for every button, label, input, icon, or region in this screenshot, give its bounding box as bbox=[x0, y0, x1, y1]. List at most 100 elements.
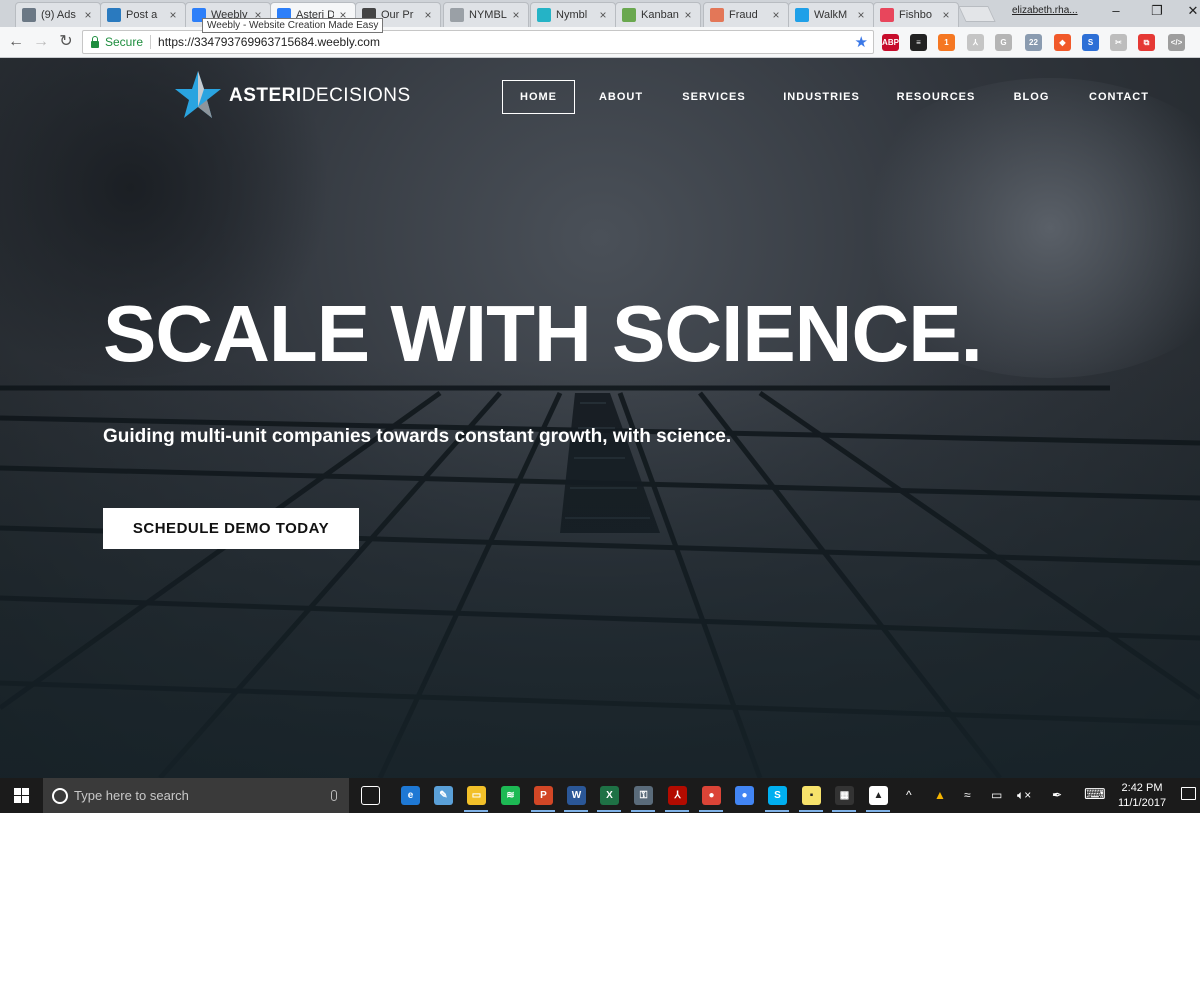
skype-icon[interactable]: S bbox=[768, 786, 787, 805]
stripes-icon bbox=[880, 8, 894, 22]
running-indicator bbox=[799, 810, 823, 812]
tab-close-icon[interactable]: × bbox=[167, 8, 179, 22]
edge-icon[interactable]: e bbox=[401, 786, 420, 805]
task-view-icon[interactable]: ⧠ bbox=[361, 786, 380, 805]
running-indicator bbox=[665, 810, 689, 812]
tab-title: Post a bbox=[126, 9, 158, 21]
back-button[interactable]: ← bbox=[6, 32, 26, 52]
nav-blog[interactable]: BLOG bbox=[1008, 80, 1055, 114]
tab-close-icon[interactable]: × bbox=[682, 8, 694, 22]
screencast-icon[interactable]: ⧉ bbox=[1138, 34, 1155, 51]
keyboard-icon[interactable]: ⌨ bbox=[1084, 785, 1106, 803]
photos-icon[interactable]: ▲ bbox=[869, 786, 888, 805]
profile-name[interactable]: elizabeth.rha... bbox=[1012, 5, 1078, 16]
word-icon[interactable]: W bbox=[567, 786, 586, 805]
windows-start-icon[interactable] bbox=[14, 788, 29, 803]
tab-close-icon[interactable]: × bbox=[422, 8, 434, 22]
schedule-demo-button[interactable]: SCHEDULE DEMO TODAY bbox=[103, 508, 359, 549]
nav-home[interactable]: HOME bbox=[502, 80, 575, 114]
browser-tab[interactable]: (9) Ads × bbox=[15, 2, 101, 27]
tab-title: NYMBL bbox=[469, 9, 507, 21]
browser-tab[interactable]: Nymbl × bbox=[530, 2, 616, 27]
clock-time: 2:42 PM bbox=[1121, 782, 1163, 794]
microphone-icon[interactable] bbox=[331, 790, 337, 801]
wifi-icon[interactable]: ≈ bbox=[964, 788, 971, 802]
tab-title: Fishbo bbox=[899, 9, 933, 21]
nav-industries[interactable]: INDUSTRIES bbox=[776, 80, 867, 114]
browser-toolbar: ← → ↻ Secure https://334793769963715684.… bbox=[0, 27, 1200, 58]
browser-tab[interactable]: NYMBL × bbox=[443, 2, 529, 27]
running-indicator bbox=[464, 810, 488, 812]
nav-resources[interactable]: RESOURCES bbox=[891, 80, 981, 114]
adblock-plus-icon[interactable]: ABP bbox=[882, 34, 899, 51]
bookmark-star-icon[interactable]: ★ bbox=[855, 33, 868, 51]
action-center-icon[interactable] bbox=[1181, 787, 1196, 800]
tab-title: Our Pr bbox=[381, 9, 414, 21]
chrome-icon[interactable]: ● bbox=[735, 786, 754, 805]
running-indicator bbox=[564, 810, 588, 812]
secure-label: Secure bbox=[105, 35, 144, 49]
forward-button[interactable]: → bbox=[31, 32, 51, 52]
acrobat-icon[interactable]: ⅄ bbox=[668, 786, 687, 805]
pdf-icon[interactable]: ⅄ bbox=[967, 34, 984, 51]
reload-button[interactable]: ↻ bbox=[56, 32, 76, 52]
sunburst-icon bbox=[107, 8, 121, 22]
ext-counter-icon[interactable]: 22 bbox=[1025, 34, 1042, 51]
hubspot-icon[interactable]: 1 bbox=[938, 34, 955, 51]
browser-tab[interactable]: Fishbo × bbox=[873, 2, 959, 27]
google-drive-icon[interactable]: ▲ bbox=[934, 788, 946, 802]
tab-close-icon[interactable]: × bbox=[940, 8, 952, 22]
running-indicator bbox=[765, 810, 789, 812]
windows-taskbar: Type here to search ⧠ e ✎ ▭ ≋ PWX ⚿ ⅄ ● ● S ▪ ▦ ▲ ^ ▲… bbox=[0, 778, 1200, 813]
running-indicator bbox=[597, 810, 621, 812]
grammar-icon[interactable]: G bbox=[995, 34, 1012, 51]
buffer-icon[interactable]: ≡ bbox=[910, 34, 927, 51]
nav-services[interactable]: SERVICES bbox=[675, 80, 753, 114]
wave-icon bbox=[537, 8, 551, 22]
minimize-button[interactable]: – bbox=[1106, 3, 1126, 18]
powerpoint-icon[interactable]: P bbox=[534, 786, 553, 805]
file-explorer-icon[interactable]: ▭ bbox=[467, 786, 486, 805]
url-text[interactable]: https://334793769963715684.weebly.com bbox=[158, 35, 380, 49]
new-tab-button[interactable] bbox=[958, 6, 996, 22]
tab-close-icon[interactable]: × bbox=[855, 8, 867, 22]
tab-close-icon[interactable]: × bbox=[82, 8, 94, 22]
nav-about[interactable]: ABOUT bbox=[592, 80, 650, 114]
page-icon bbox=[450, 8, 464, 22]
keepass-icon[interactable]: ⚿ bbox=[634, 786, 653, 805]
volume-muted-icon[interactable]: 🔈︎× bbox=[1017, 788, 1031, 803]
browser-tab[interactable]: WalkM × bbox=[788, 2, 874, 27]
logo-text-bold: ASTERI bbox=[229, 85, 302, 106]
puzzle-icon[interactable]: ◆ bbox=[1054, 34, 1071, 51]
browser-tab[interactable]: Post a × bbox=[100, 2, 186, 27]
restore-button[interactable]: ❐ bbox=[1147, 3, 1167, 19]
paint-icon[interactable]: ✎ bbox=[434, 786, 453, 805]
running-indicator bbox=[832, 810, 856, 812]
tab-close-icon[interactable]: × bbox=[597, 8, 609, 22]
running-indicator bbox=[631, 810, 655, 812]
tab-close-icon[interactable]: × bbox=[510, 8, 522, 22]
code-icon[interactable]: </> bbox=[1168, 34, 1185, 51]
tools-icon[interactable]: ✂ bbox=[1110, 34, 1127, 51]
excel-icon[interactable]: X bbox=[600, 786, 619, 805]
taskbar-clock[interactable]: 2:42 PM 11/1/2017 bbox=[1114, 781, 1170, 811]
site-logo[interactable]: ASTERIDECISIONS bbox=[175, 71, 411, 121]
browser-tab[interactable]: Fraud × bbox=[703, 2, 789, 27]
pen-icon[interactable]: ✒ bbox=[1052, 788, 1062, 802]
bubbles-icon bbox=[710, 8, 724, 22]
nav-contact[interactable]: CONTACT bbox=[1083, 80, 1155, 114]
skype-ext-icon[interactable]: S bbox=[1082, 34, 1099, 51]
calculator-icon[interactable]: ▦ bbox=[835, 786, 854, 805]
sticky-notes-icon[interactable]: ▪ bbox=[802, 786, 821, 805]
browser-tab[interactable]: Kanban × bbox=[615, 2, 701, 27]
play-icon bbox=[622, 8, 636, 22]
tray-chevron-icon[interactable]: ^ bbox=[906, 788, 912, 802]
address-bar[interactable]: Secure https://334793769963715684.weebly… bbox=[82, 30, 874, 54]
tab-close-icon[interactable]: × bbox=[770, 8, 782, 22]
close-window-button[interactable]: ✕ bbox=[1183, 3, 1200, 19]
spotify-icon[interactable]: ≋ bbox=[501, 786, 520, 805]
chrome-user-icon[interactable]: ● bbox=[702, 786, 721, 805]
taskbar-search-box[interactable]: Type here to search bbox=[43, 778, 349, 813]
w-circle-icon bbox=[795, 8, 809, 22]
battery-icon[interactable]: ▭ bbox=[991, 788, 1002, 802]
